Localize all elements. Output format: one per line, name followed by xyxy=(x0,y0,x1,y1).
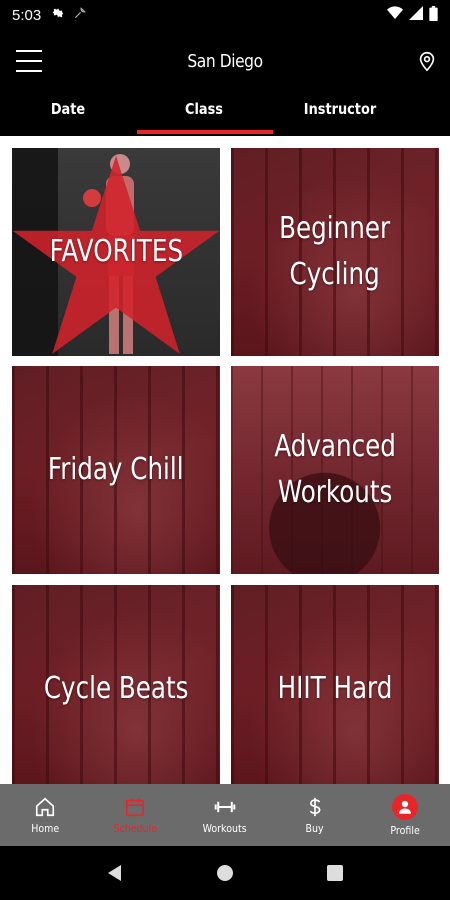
nav-label: Buy xyxy=(305,821,325,835)
system-nav-bar xyxy=(0,846,450,900)
settings-icon xyxy=(51,6,65,24)
back-icon[interactable] xyxy=(103,861,127,885)
tab-instructor[interactable]: Instructor xyxy=(282,92,399,136)
home-circle-icon[interactable] xyxy=(213,861,237,885)
tile-label: Friday Chill xyxy=(48,451,184,487)
tile-advanced-workouts[interactable]: Advanced Workouts xyxy=(231,366,439,574)
nav-buy[interactable]: Buy xyxy=(270,784,360,846)
tile-beginner-cycling[interactable]: Beginner Cycling xyxy=(231,148,439,356)
recents-icon[interactable] xyxy=(323,861,347,885)
nav-label: Profile xyxy=(390,823,420,837)
dumbbell-icon xyxy=(214,796,236,818)
dollar-icon xyxy=(304,796,326,818)
signal-icon xyxy=(409,6,423,24)
nav-schedule[interactable]: Schedule xyxy=(90,784,180,846)
calendar-icon xyxy=(124,796,146,818)
tile-label: Advanced Workouts xyxy=(274,428,396,511)
page-title: San Diego xyxy=(187,50,263,72)
nav-label: Schedule xyxy=(113,821,157,835)
nav-label: Home xyxy=(31,821,59,835)
tile-favorites[interactable]: FAVORITES xyxy=(12,148,220,356)
home-icon xyxy=(34,796,56,818)
wrench-icon xyxy=(73,6,87,24)
nav-workouts[interactable]: Workouts xyxy=(180,784,270,846)
battery-icon xyxy=(429,5,438,25)
wifi-icon xyxy=(387,6,403,24)
status-time: 5:03 xyxy=(12,6,42,24)
location-pin-icon[interactable] xyxy=(416,50,438,72)
nav-profile[interactable]: Profile xyxy=(360,784,450,846)
tile-label: Beginner Cycling xyxy=(279,210,391,293)
tab-active-indicator xyxy=(137,130,273,134)
tile-friday-chill[interactable]: Friday Chill xyxy=(12,366,220,574)
tab-date[interactable]: Date xyxy=(10,92,127,136)
tile-hiit-hard[interactable]: HIIT Hard xyxy=(231,585,439,784)
tile-label: Cycle Beats xyxy=(43,670,189,706)
class-grid: FAVORITES Beginner Cycling Friday Chill … xyxy=(0,136,450,784)
nav-home[interactable]: Home xyxy=(0,784,90,846)
avatar-icon xyxy=(392,793,418,820)
tile-label: FAVORITES xyxy=(49,233,183,269)
status-bar: 5:03 xyxy=(0,0,450,30)
tab-partial[interactable]: Bo xyxy=(418,92,450,136)
app-header: San Diego xyxy=(0,30,450,92)
nav-label: Workouts xyxy=(202,821,248,835)
bottom-nav: Home Schedule Workouts Buy Profile xyxy=(0,784,450,846)
tile-cycle-beats[interactable]: Cycle Beats xyxy=(12,585,220,784)
tile-label: HIIT Hard xyxy=(277,670,393,706)
